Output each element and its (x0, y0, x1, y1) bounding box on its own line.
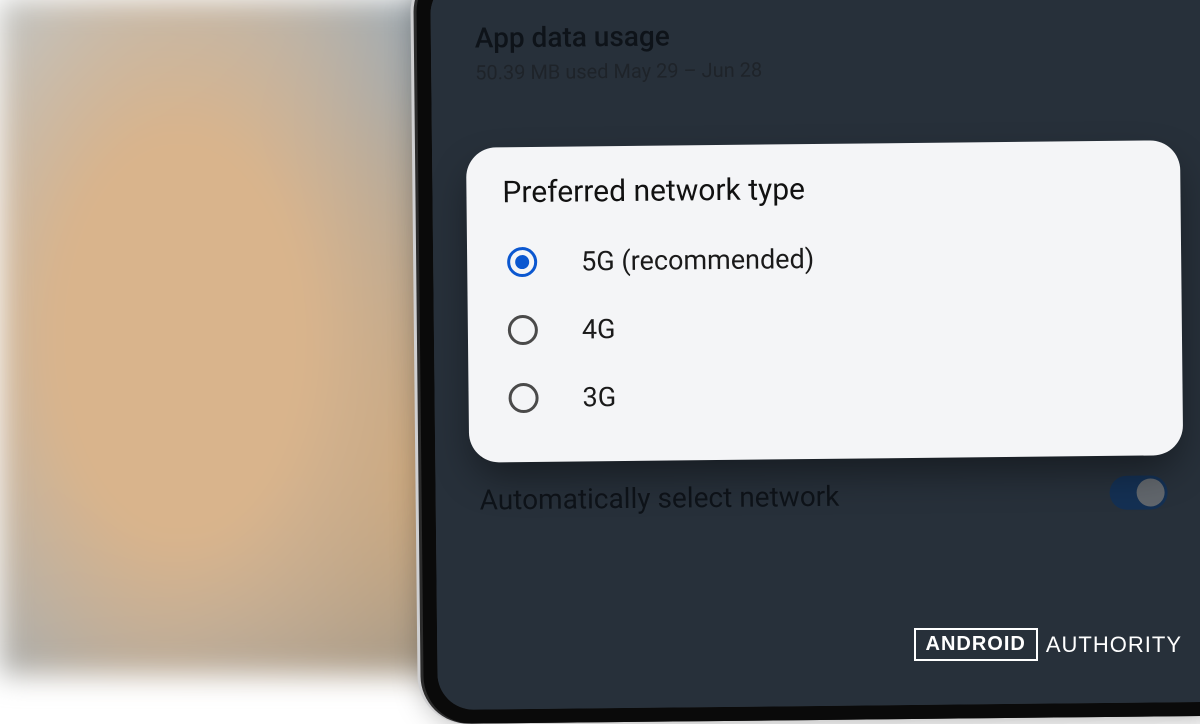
watermark: ANDROID AUTHORITY (914, 628, 1182, 661)
radio-option-4g[interactable]: 4G (504, 290, 1147, 365)
auto-select-label: Automatically select network (479, 479, 839, 516)
radio-option-5g[interactable]: 5G (recommended) (503, 222, 1146, 297)
preferred-network-dialog: Preferred network type 5G (recommended) … (466, 140, 1183, 462)
app-data-usage-subtitle: 50.39 MB used May 29 – Jun 28 (475, 53, 1163, 84)
watermark-plain: AUTHORITY (1046, 632, 1182, 658)
radio-icon (508, 315, 538, 345)
radio-label: 4G (582, 313, 616, 345)
radio-label: 3G (582, 381, 616, 413)
phone-screen: Connect to data services when roaming Ap… (430, 0, 1200, 710)
watermark-boxed: ANDROID (914, 628, 1038, 661)
auto-select-toggle[interactable] (1109, 475, 1167, 510)
app-data-usage-title: App data usage (475, 14, 1163, 54)
radio-icon (508, 383, 538, 413)
setting-app-data-usage[interactable]: App data usage 50.39 MB used May 29 – Ju… (474, 0, 1163, 85)
dialog-title: Preferred network type (502, 169, 1144, 211)
radio-option-3g[interactable]: 3G (504, 358, 1147, 433)
radio-label: 5G (recommended) (581, 243, 814, 277)
radio-icon (507, 247, 537, 277)
phone-frame: Connect to data services when roaming Ap… (416, 0, 1200, 724)
setting-auto-select-network[interactable]: Automatically select network (479, 475, 1167, 516)
